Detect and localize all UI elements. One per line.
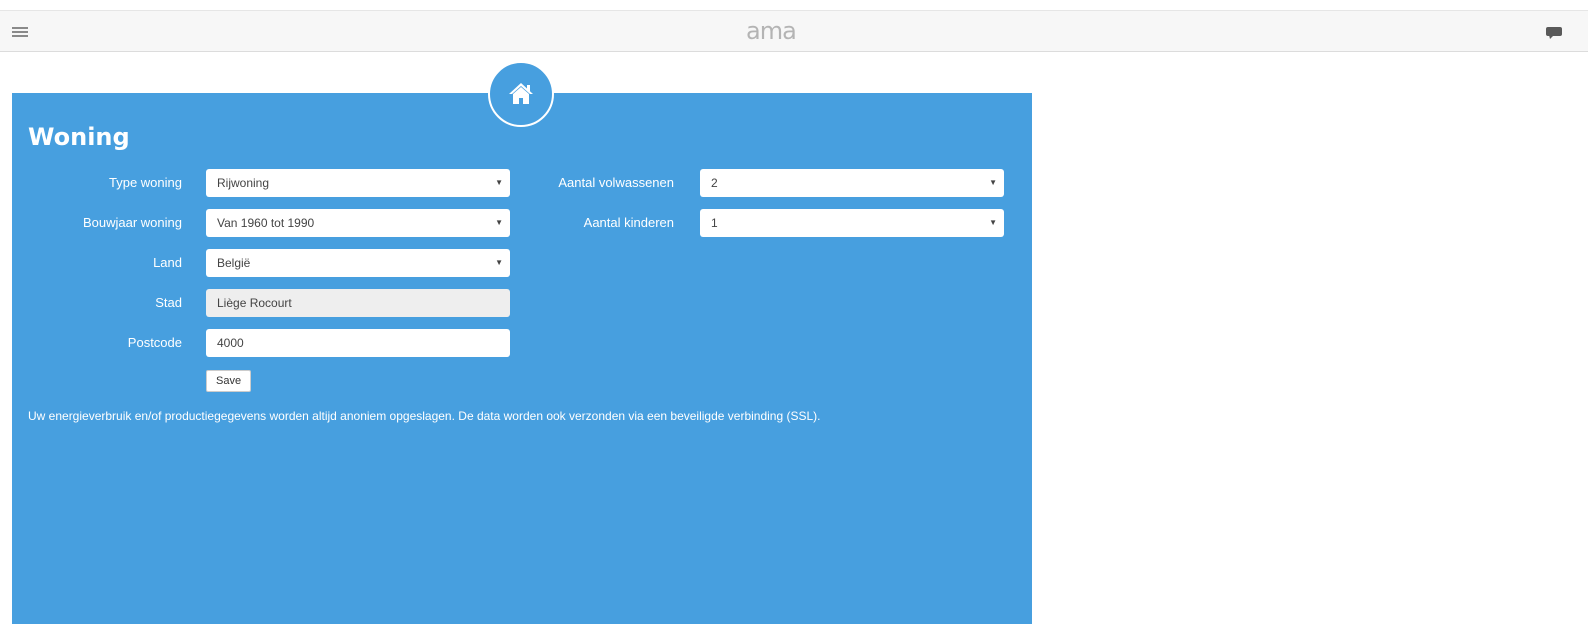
type-woning-label: Type woning bbox=[109, 175, 182, 190]
bouwjaar-value: Van 1960 tot 1990 bbox=[217, 216, 315, 230]
postcode-row: Postcode 4000 bbox=[12, 329, 512, 357]
land-select[interactable]: België ▼ bbox=[206, 249, 510, 277]
bouwjaar-label: Bouwjaar woning bbox=[82, 215, 182, 230]
land-label: Land bbox=[153, 255, 182, 270]
type-woning-select[interactable]: Rijwoning ▼ bbox=[206, 169, 510, 197]
postcode-label: Postcode bbox=[127, 335, 182, 350]
hamburger-menu-icon[interactable] bbox=[12, 27, 28, 37]
kinderen-row: Aantal kinderen 1 ▼ bbox=[512, 209, 1012, 237]
dropdown-arrow-icon: ▼ bbox=[495, 218, 503, 227]
dropdown-arrow-icon: ▼ bbox=[495, 258, 503, 267]
app-logo[interactable]: ama bbox=[746, 17, 797, 45]
woning-panel: Woning Type woning Rijwoning ▼ Bouwjaar … bbox=[12, 93, 1032, 624]
stad-field: Liège Rocourt bbox=[206, 289, 510, 317]
home-icon bbox=[509, 83, 533, 104]
land-value: België bbox=[217, 256, 251, 270]
volwassenen-row: Aantal volwassenen 2 ▼ bbox=[512, 169, 1012, 197]
bouwjaar-row: Bouwjaar woning Van 1960 tot 1990 ▼ bbox=[12, 209, 512, 237]
bouwjaar-select[interactable]: Van 1960 tot 1990 ▼ bbox=[206, 209, 510, 237]
home-badge[interactable] bbox=[488, 61, 554, 127]
volwassenen-select[interactable]: 2 ▼ bbox=[700, 169, 1004, 197]
type-woning-row: Type woning Rijwoning ▼ bbox=[12, 169, 512, 197]
dropdown-arrow-icon: ▼ bbox=[989, 178, 997, 187]
privacy-notice: Uw energieverbruik en/of productiegegeve… bbox=[28, 409, 821, 423]
kinderen-value: 1 bbox=[711, 216, 718, 230]
type-woning-value: Rijwoning bbox=[217, 176, 270, 190]
panel-title: Woning bbox=[28, 123, 130, 151]
kinderen-select[interactable]: 1 ▼ bbox=[700, 209, 1004, 237]
top-navigation-bar: ama bbox=[0, 10, 1588, 52]
save-button[interactable]: Save bbox=[206, 370, 252, 392]
land-row: Land België ▼ bbox=[12, 249, 512, 277]
volwassenen-value: 2 bbox=[711, 176, 718, 190]
dropdown-arrow-icon: ▼ bbox=[495, 178, 503, 187]
stad-label: Stad bbox=[155, 295, 182, 310]
dropdown-arrow-icon: ▼ bbox=[989, 218, 997, 227]
postcode-input[interactable]: 4000 bbox=[206, 329, 510, 357]
chat-bubble-icon[interactable] bbox=[1546, 26, 1562, 39]
volwassenen-label: Aantal volwassenen bbox=[558, 175, 674, 190]
kinderen-label: Aantal kinderen bbox=[583, 215, 674, 230]
stad-row: Stad Liège Rocourt bbox=[12, 289, 512, 317]
